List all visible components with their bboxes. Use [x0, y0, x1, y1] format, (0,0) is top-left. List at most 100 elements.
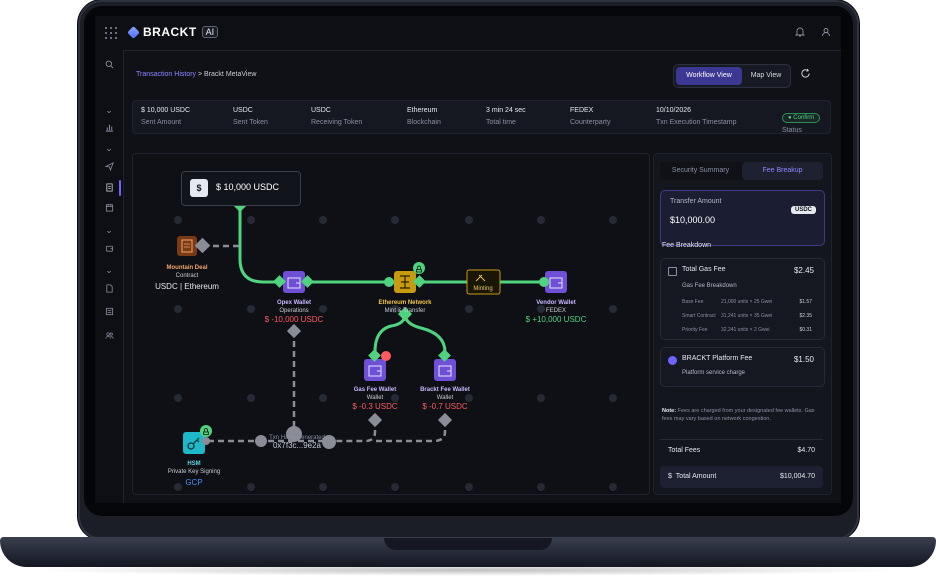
- gas-fee-wallet-node-icon: [364, 359, 386, 381]
- workflow-view-button[interactable]: Workflow View: [676, 67, 742, 85]
- status-badge: ● Confirm: [782, 113, 821, 123]
- total-amount-label: $ Total Amount: [668, 473, 716, 480]
- node-title: Mountain Deal: [166, 265, 208, 271]
- total-amount-row: $ Total Amount $10,004.70: [660, 466, 823, 488]
- dollar-icon: $: [668, 473, 672, 480]
- summary-value: FEDEX: [570, 107, 594, 114]
- bar-chart-icon[interactable]: [95, 123, 123, 134]
- summary-blockchain: Ethereum Blockchain: [407, 107, 441, 126]
- platform-fee-subtitle: Platform service charge: [682, 370, 746, 376]
- list-icon[interactable]: [95, 307, 123, 318]
- fee-row-calc: 21,000 units × 25 Gwei: [721, 299, 773, 305]
- calendar-icon[interactable]: [95, 203, 123, 214]
- gas-fee-subtitle: Gas Fee Breakdown: [682, 283, 737, 289]
- node-extra: USDC | Ethereum: [155, 282, 219, 291]
- top-bar: BRACKT AI: [95, 16, 841, 51]
- document-icon[interactable]: [95, 183, 123, 194]
- hsm-lock-badge: [200, 425, 212, 437]
- app-grid-icon[interactable]: [105, 27, 117, 39]
- summary-sent-token: USDC Sent Token: [233, 107, 268, 126]
- laptop-notch: [384, 538, 552, 550]
- wallet-icon[interactable]: [95, 244, 123, 255]
- node-title: Ethereum Network: [378, 300, 432, 306]
- summary-value: $ 10,000 USDC: [141, 107, 191, 114]
- refresh-icon[interactable]: [800, 68, 811, 82]
- fee-row-name: Base Fee: [682, 299, 704, 305]
- bell-icon[interactable]: [795, 27, 805, 37]
- map-view-button[interactable]: Map View: [744, 67, 788, 85]
- txn-hash-label[interactable]: Txn Hash Generated 0x7f3c...9e2a: [257, 434, 337, 450]
- user-icon[interactable]: [821, 27, 831, 37]
- fee-row-name: Smart Contract: [682, 313, 716, 319]
- gas-fee-icon: [668, 267, 677, 276]
- fee-breakdown-title: Fee Breakdown: [662, 242, 712, 249]
- chevron-down-icon[interactable]: ⌄: [95, 265, 123, 276]
- transfer-amount-card: Transfer Amount $10,000.00 USDC: [660, 190, 825, 246]
- fee-row-value: $2.35: [799, 313, 812, 319]
- status-badge-text: Confirm: [793, 115, 815, 121]
- ethereum-network-label[interactable]: Ethereum Network Mint & Transfer: [345, 299, 465, 315]
- sent-amount-node-text: $ 10,000 USDC: [216, 182, 280, 192]
- summary-value: USDC: [311, 107, 331, 114]
- summary-value: USDC: [233, 107, 253, 114]
- node-subtitle: Contract: [175, 273, 199, 279]
- breadcrumb-link-transaction-history[interactable]: Transaction History: [136, 71, 196, 78]
- hsm-label[interactable]: HSM Private Key Signing GCP: [134, 460, 254, 487]
- fee-row-calc: 32,241 units × 2 Gwei: [721, 327, 770, 333]
- edge-eth-to-gas: [373, 313, 407, 353]
- top-icons: [795, 27, 831, 37]
- file-icon[interactable]: [95, 284, 123, 295]
- summary-label: Receiving Token: [311, 119, 363, 126]
- total-fees-row: Total Fees $4.70: [660, 439, 823, 462]
- sidebar: ⌄ ⌄ ⌄ ⌄: [95, 50, 124, 503]
- sent-amount-node[interactable]: $ $ 10,000 USDC: [181, 171, 301, 206]
- platform-fee-icon: [668, 356, 677, 365]
- opex-wallet-label[interactable]: Opex Wallet Operations $ -10,000 USDC: [234, 299, 354, 324]
- panel-tabs: Security Summary Fee Breakup: [660, 162, 823, 180]
- summary-value: 10/10/2026: [656, 107, 692, 114]
- chevron-down-icon[interactable]: ⌄: [95, 105, 123, 116]
- summary-label: Total time: [486, 119, 516, 126]
- fee-row-value: $0.31: [799, 327, 812, 333]
- breadcrumb: Transaction History > Brackt MetaView: [136, 71, 256, 78]
- brand-logo-icon: [127, 25, 140, 39]
- summary-label: Status: [782, 127, 802, 134]
- chevron-down-icon[interactable]: ⌄: [95, 225, 123, 236]
- total-amount-label-text: Total Amount: [675, 473, 717, 480]
- summary-sent-amount: $ 10,000 USDC Sent Amount: [141, 107, 190, 126]
- mountain-deal-label[interactable]: Mountain Deal Contract USDC | Ethereum: [133, 264, 247, 291]
- users-icon[interactable]: [95, 331, 123, 342]
- minting-label[interactable]: Minting: [467, 285, 500, 293]
- tab-security-summary[interactable]: Security Summary: [660, 162, 741, 180]
- mountain-deal-node-icon: [177, 236, 197, 256]
- chevron-down-icon[interactable]: ⌄: [95, 143, 123, 154]
- node-title: HSM: [187, 461, 201, 467]
- gas-fee-dollar-badge: [381, 351, 391, 361]
- node-subtitle: Wallet: [436, 395, 454, 401]
- summary-receiving-token: USDC Receiving Token: [311, 107, 362, 126]
- gas-fee-title: Total Gas Fee: [682, 266, 726, 273]
- total-fees-label: Total Fees: [668, 447, 701, 454]
- transfer-amount-value: $10,000.00: [670, 215, 716, 225]
- search-icon[interactable]: [95, 60, 123, 71]
- platform-fee-title: BRACKT Platform Fee: [682, 355, 753, 362]
- brand[interactable]: BRACKT AI: [127, 25, 219, 39]
- brand-ai-badge: AI: [201, 26, 219, 38]
- vendor-wallet-label[interactable]: Vendor Wallet FEDEX $ +10,000 USDC: [496, 299, 616, 324]
- app-screen: BRACKT AI ⌄ ⌄ ⌄ ⌄ Transaction History > …: [95, 16, 841, 503]
- node-subtitle: Operations: [279, 308, 309, 314]
- brackt-fee-wallet-label[interactable]: Brackt Fee Wallet Wallet $ -0.7 USDC: [385, 386, 505, 411]
- platform-fee-card: BRACKT Platform Fee $1.50 Platform servi…: [660, 347, 825, 387]
- gas-fee-amount: $2.45: [793, 266, 814, 275]
- total-fees-value: $4.70: [797, 447, 815, 454]
- dollar-icon: $: [190, 179, 208, 197]
- node-subtitle: Mint & Transfer: [384, 308, 426, 314]
- summary-status: ● Confirm Status: [782, 106, 821, 134]
- fee-note: Note: Fees are charged from your designa…: [662, 407, 822, 423]
- workflow-canvas[interactable]: $ $ 10,000 USDC Mountain Deal Contract U…: [132, 153, 650, 495]
- summary-label: Sent Token: [233, 119, 268, 126]
- tab-fee-breakup[interactable]: Fee Breakup: [742, 162, 823, 180]
- send-icon[interactable]: [95, 162, 123, 173]
- breadcrumb-current: Brackt MetaView: [204, 71, 257, 78]
- node-subtitle: 0x7f3c...9e2a: [272, 441, 322, 450]
